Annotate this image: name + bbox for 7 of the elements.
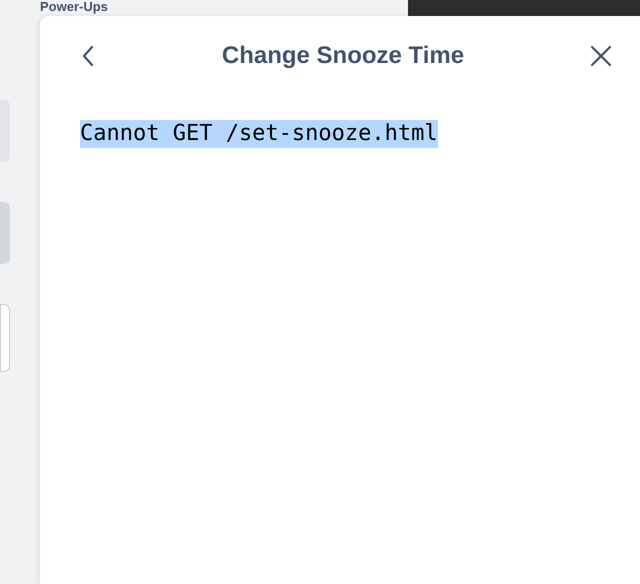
chevron-left-icon (80, 44, 96, 68)
modal-title: Change Snooze Time (222, 42, 464, 70)
card-background (0, 304, 10, 372)
card-background (0, 202, 10, 264)
error-message: Cannot GET /set-snooze.html (80, 120, 438, 148)
section-title: Power-Ups (40, 0, 108, 14)
close-icon (590, 45, 612, 67)
